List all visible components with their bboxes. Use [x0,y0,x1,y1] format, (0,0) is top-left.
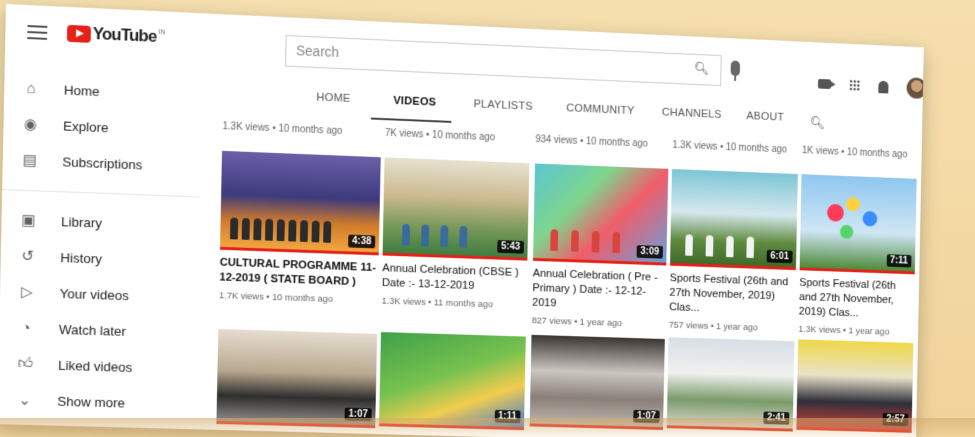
video-title[interactable]: Sports Festival (26th and 27th November,… [669,271,796,319]
video-thumbnail[interactable]: 7:11 [799,174,917,275]
sidebar-item-explore[interactable]: ◉ Explore [21,109,109,143]
menu-icon[interactable] [27,25,48,40]
clock-icon: ◔ [21,319,31,337]
avatar[interactable] [906,77,924,100]
search-input[interactable] [286,36,686,82]
video-duration: 5:43 [497,240,524,254]
video-thumbnail[interactable]: 3:09 [533,163,669,266]
video-card: 1:11 [379,332,526,431]
video-title[interactable]: CULTURAL PROGRAMME 11-12-2019 ( STATE BO… [219,256,378,291]
sidebar-item-label: History [60,249,103,266]
sidebar-divider [2,188,200,198]
tab-about[interactable]: ABOUT [746,110,784,123]
your-videos-icon: ▷ [20,283,33,302]
sidebar-item-history[interactable]: ↺ History [18,241,102,274]
video-meta: 1.7K views • 10 months ago [218,290,334,305]
compass-icon: ◉ [23,115,38,134]
video-thumbnail[interactable]: 6:01 [670,168,798,271]
video-duration: 7:11 [886,254,912,268]
video-card: 6:01 Sports Festival (26th and 27th Nove… [668,168,798,334]
library-icon: ▣ [21,211,36,230]
browser-window: YouTube IN 🔍︎ ⌂ Home ◉ Expl [0,4,924,437]
channel-search-icon[interactable]: 🔍︎ [810,115,825,131]
desk-reflection [0,418,975,437]
video-card: 4:38 CULTURAL PROGRAMME 11-12-2019 ( STA… [218,150,381,307]
tab-community[interactable]: COMMUNITY [566,102,634,117]
sidebar-item-label: Show more [57,393,126,411]
play-logo-icon [66,24,91,43]
video-duration: 6:01 [766,249,793,264]
video-thumbnail[interactable]: 1:07 [529,334,665,430]
logo-text: YouTube [92,24,157,46]
sidebar-item-label: Home [63,82,100,99]
search-icon[interactable]: 🔍︎ [694,61,710,77]
sidebar-item-your-videos[interactable]: ▷ Your videos [18,277,130,311]
subscriptions-icon: ▤ [22,151,37,170]
video-thumbnail[interactable]: 4:38 [220,150,381,256]
video-title[interactable]: Annual Celebration ( Pre - Primary ) Dat… [532,267,666,315]
video-duration: 4:38 [348,234,376,249]
video-thumbnail[interactable]: 1:07 [216,328,378,429]
logo-region: IN [158,28,166,36]
sidebar-item-label: Subscriptions [62,153,143,172]
search-box: 🔍︎ [285,34,722,87]
tab-channels[interactable]: CHANNELS [662,107,722,121]
video-card: 1:07 [529,334,665,430]
tab-playlists[interactable]: PLAYLISTS [473,98,532,112]
youtube-logo[interactable]: YouTube IN [66,23,166,47]
sidebar-item-show-more[interactable]: ⌄ Show more [15,385,125,418]
microphone-icon[interactable] [730,60,741,77]
video-thumbnail[interactable]: 1:11 [379,332,526,431]
create-video-icon[interactable] [817,78,831,90]
top-actions [817,73,924,100]
video-card: 5:43 Annual Celebration (CBSE ) Date :- … [382,157,530,311]
thumbs-up-icon: 👍︎ [17,354,34,373]
video-title[interactable]: Sports Festival (26th and 27th November,… [799,276,915,323]
video-meta: 827 views • 1 year ago [531,315,622,329]
tab-videos[interactable]: VIDEOS [393,95,436,109]
sidebar-item-watch-later[interactable]: ◔ Watch later [17,313,126,346]
video-meta: 1.3K views • 1 year ago [798,324,890,338]
video-card: 1:07 [216,328,378,429]
sidebar-item-label: Your videos [59,285,130,303]
sidebar-item-liked-videos[interactable]: 👍︎ Liked videos [16,349,133,382]
video-duration: 3:09 [636,245,663,259]
active-tab-indicator [370,117,452,123]
apps-grid-icon[interactable] [849,79,861,92]
chevron-down-icon: ⌄ [18,391,32,409]
photo-background: YouTube IN 🔍︎ ⌂ Home ◉ Expl [0,0,975,437]
notifications-bell-icon[interactable] [878,80,889,94]
video-thumbnail[interactable]: 5:43 [382,157,530,261]
tab-home[interactable]: HOME [316,92,350,105]
history-icon: ↺ [21,247,35,266]
sidebar: ⌂ Home ◉ Explore ▤ Subscriptions ▣ Libra… [0,66,212,432]
sidebar-item-home[interactable]: ⌂ Home [22,73,100,106]
video-meta: 757 views • 1 year ago [668,319,758,334]
video-card: 3:09 Annual Celebration ( Pre - Primary … [532,163,669,330]
home-icon: ⌂ [26,79,36,97]
sidebar-item-library[interactable]: ▣ Library [19,205,102,238]
sidebar-item-label: Liked videos [58,357,133,375]
sidebar-item-label: Explore [63,117,109,135]
sidebar-item-label: Library [61,213,103,231]
video-title[interactable]: Annual Celebration (CBSE ) Date :- 13-12… [382,261,527,295]
sidebar-item-label: Watch later [58,321,127,339]
video-meta: 1.3K views • 11 months ago [381,295,494,311]
sidebar-item-subscriptions[interactable]: ▤ Subscriptions [20,145,142,180]
video-card: 7:11 Sports Festival (26th and 27th Nove… [798,174,917,338]
